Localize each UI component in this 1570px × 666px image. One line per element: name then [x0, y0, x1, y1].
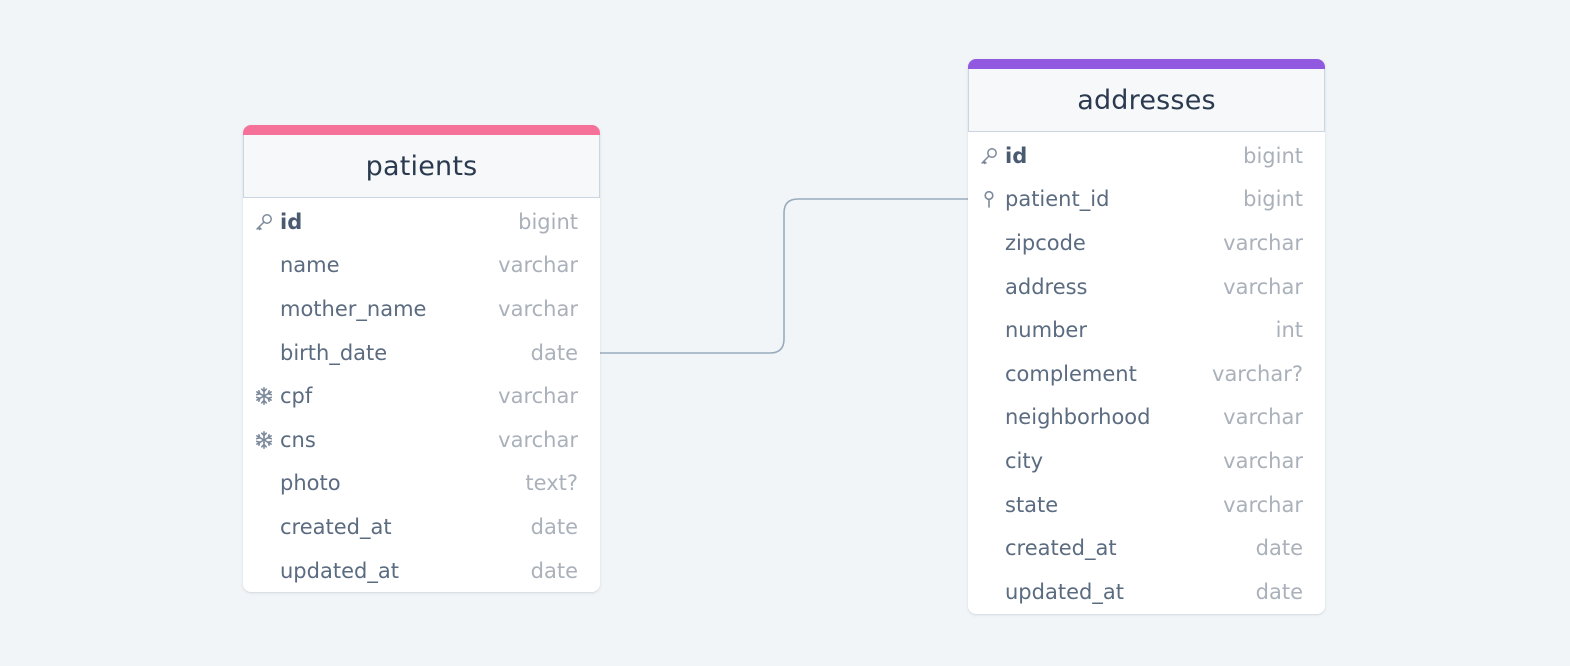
column-name: mother_name: [280, 296, 427, 321]
column-name: updated_at: [280, 558, 399, 583]
column-row-complement[interactable]: complement varchar?: [968, 352, 1325, 396]
column-type: varchar?: [1212, 361, 1303, 386]
column-row-patient-id[interactable]: patient_id bigint: [968, 178, 1325, 222]
column-row-updated-at[interactable]: updated_at date: [968, 570, 1325, 614]
column-type: varchar: [1223, 230, 1303, 255]
column-row-address[interactable]: address varchar: [968, 265, 1325, 309]
column-type: text?: [525, 471, 578, 496]
column-row-cns[interactable]: cns varchar: [243, 418, 600, 462]
column-name: address: [1005, 274, 1088, 299]
column-name: city: [1005, 448, 1044, 473]
column-row-id[interactable]: id bigint: [968, 134, 1325, 178]
foreign-key-pin-icon: [979, 189, 999, 209]
column-name: birth_date: [280, 340, 388, 365]
column-type: varchar: [498, 427, 578, 452]
column-name: name: [280, 253, 340, 278]
column-type: varchar: [1223, 274, 1303, 299]
column-name: created_at: [280, 514, 392, 539]
diagram-canvas[interactable]: patients id bigint name varchar mother_name v…: [0, 0, 1570, 666]
relationship-line[interactable]: [600, 198, 968, 354]
key-icon: [979, 146, 999, 166]
column-row-updated-at[interactable]: updated_at date: [243, 549, 600, 593]
column-row-name[interactable]: name varchar: [243, 244, 600, 288]
column-type: int: [1275, 318, 1303, 343]
column-row-id[interactable]: id bigint: [243, 200, 600, 244]
column-name: created_at: [1005, 536, 1117, 561]
column-name: cns: [280, 427, 316, 452]
column-list: id bigint patient_id bigint zipcode varchar ad…: [968, 132, 1325, 614]
column-list: id bigint name varchar mother_name varchar bir…: [243, 198, 600, 592]
column-name: state: [1005, 492, 1059, 517]
table-accent-bar: [243, 125, 600, 135]
column-type: date: [1255, 536, 1303, 561]
column-row-number[interactable]: number int: [968, 308, 1325, 352]
unique-snowflake-icon: [254, 430, 274, 450]
column-name: photo: [280, 471, 341, 496]
column-name: neighborhood: [1005, 405, 1151, 430]
column-row-birth-date[interactable]: birth_date date: [243, 331, 600, 375]
column-name: updated_at: [1005, 579, 1124, 604]
column-type: varchar: [1223, 405, 1303, 430]
table-accent-bar: [968, 59, 1325, 69]
column-type: varchar: [1223, 492, 1303, 517]
column-type: bigint: [1243, 187, 1303, 212]
column-row-cpf[interactable]: cpf varchar: [243, 374, 600, 418]
column-row-created-at[interactable]: created_at date: [243, 505, 600, 549]
column-type: varchar: [498, 384, 578, 409]
column-name: id: [1005, 143, 1028, 168]
column-row-created-at[interactable]: created_at date: [968, 526, 1325, 570]
column-type: date: [530, 340, 578, 365]
column-name: complement: [1005, 361, 1137, 386]
unique-snowflake-icon: [254, 386, 274, 406]
column-type: varchar: [1223, 448, 1303, 473]
column-type: date: [530, 514, 578, 539]
column-row-state[interactable]: state varchar: [968, 483, 1325, 527]
column-name: id: [280, 209, 303, 234]
column-row-neighborhood[interactable]: neighborhood varchar: [968, 396, 1325, 440]
table-title: addresses: [1077, 84, 1216, 116]
column-type: bigint: [1243, 143, 1303, 168]
column-type: date: [1255, 579, 1303, 604]
table-patients[interactable]: patients id bigint name varchar mother_name v…: [243, 125, 600, 593]
column-row-photo[interactable]: photo text?: [243, 462, 600, 506]
column-type: bigint: [518, 209, 578, 234]
column-type: date: [530, 558, 578, 583]
relationship-connector[interactable]: [0, 0, 1570, 666]
column-row-mother-name[interactable]: mother_name varchar: [243, 287, 600, 331]
table-title: patients: [365, 150, 478, 182]
column-row-zipcode[interactable]: zipcode varchar: [968, 221, 1325, 265]
table-header[interactable]: patients: [243, 135, 600, 198]
column-name: cpf: [280, 384, 313, 409]
column-name: patient_id: [1005, 187, 1110, 212]
column-row-city[interactable]: city varchar: [968, 439, 1325, 483]
column-name: number: [1005, 318, 1087, 343]
column-type: varchar: [498, 296, 578, 321]
table-addresses[interactable]: addresses id bigint patient_id bigint zipcod…: [968, 59, 1325, 614]
key-icon: [254, 212, 274, 232]
column-type: varchar: [498, 253, 578, 278]
column-name: zipcode: [1005, 230, 1086, 255]
table-header[interactable]: addresses: [968, 69, 1325, 132]
